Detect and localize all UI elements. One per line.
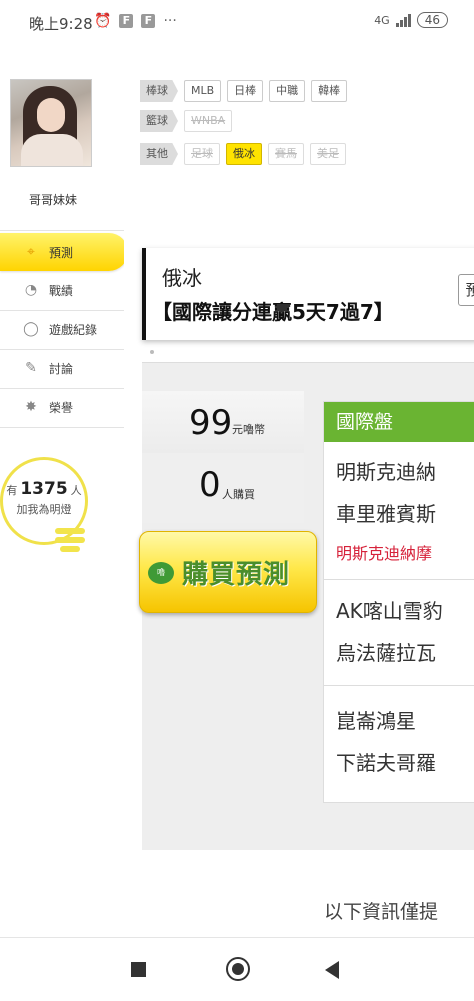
buy-prediction-label: 購買預測 xyxy=(182,560,291,590)
back-icon[interactable] xyxy=(325,961,339,979)
lamp-base-icon xyxy=(55,528,85,564)
facebook-notification-icon: F xyxy=(141,14,156,28)
avatar[interactable] xyxy=(10,79,92,167)
alarm-clock-icon: ⏰ xyxy=(94,13,112,29)
filter-tag-khl[interactable]: 俄冰 xyxy=(226,143,262,165)
signal-icon xyxy=(395,13,411,27)
chart-icon: ◔ xyxy=(24,282,38,298)
filter-category-baseball: 棒球 xyxy=(140,80,178,102)
match-team-2: 烏法薩拉瓦 xyxy=(336,641,436,665)
sidebar-item-record[interactable]: ◔ 戰績 xyxy=(0,271,124,309)
home-icon[interactable] xyxy=(226,957,250,981)
match-team-1: 明斯克迪納 xyxy=(336,460,436,484)
discussion-icon: ✎ xyxy=(25,360,37,376)
coin-logo-icon: 嚕 xyxy=(148,562,174,584)
match-list-header: 國際盤 xyxy=(324,402,474,442)
match-pick: 明斯克迪納摩 xyxy=(336,544,433,563)
network-type: 4G xyxy=(374,13,390,27)
filter-row-other: 其他 足球 俄冰 賽馬 美足 xyxy=(140,143,346,165)
filter-tag-wnba[interactable]: WNBA xyxy=(184,110,233,132)
sidebar-item-label: 榮譽 xyxy=(49,400,74,415)
status-icons-right: 4G 46 xyxy=(374,12,448,28)
match-item[interactable]: 明斯克迪納 車里雅賓斯 明斯克迪納摩 xyxy=(324,442,474,580)
battery-icon: 46 xyxy=(416,12,448,28)
filter-row-baseball: 棒球 MLB 日棒 中職 韓棒 xyxy=(140,80,348,102)
status-time: 晚上9:28 xyxy=(29,15,93,33)
record-icon: ◯ xyxy=(23,321,39,337)
target-icon: ⌖ xyxy=(27,244,35,260)
more-notifications-icon: ··· xyxy=(163,13,177,29)
match-team-2: 下諾夫哥羅 xyxy=(336,751,436,775)
status-icons-left: ⏰ F F ··· xyxy=(94,13,177,29)
buyers-unit: 人購買 xyxy=(222,488,255,501)
honor-icon: ✸ xyxy=(25,399,37,415)
sidebar-item-discussion[interactable]: ✎ 討論 xyxy=(0,349,124,387)
filter-tag-horse-racing[interactable]: 賽馬 xyxy=(268,143,304,165)
sidebar-item-label: 預測 xyxy=(49,245,74,260)
filter-row-basketball: 籃球 WNBA xyxy=(140,110,233,132)
price-value: 99 xyxy=(189,403,233,443)
lamp-count-number: 1375 xyxy=(20,479,68,499)
user-name: 哥哥妹妹 xyxy=(28,193,77,207)
dot-marker xyxy=(150,350,154,354)
filter-category-other: 其他 xyxy=(140,143,178,165)
system-nav-bar xyxy=(0,937,474,1001)
prediction-title-box: 俄冰 【國際讓分連贏5天7過7】 預 xyxy=(142,248,474,340)
filter-tag-npb[interactable]: 日棒 xyxy=(227,80,264,102)
filter-tag-american-football[interactable]: 美足 xyxy=(310,143,346,165)
prediction-headline: 【國際讓分連贏5天7過7】 xyxy=(152,300,394,324)
filter-tag-soccer[interactable]: 足球 xyxy=(184,143,220,165)
sidebar-item-game-log[interactable]: ◯ 遊戲紀錄 xyxy=(0,310,124,348)
sidebar-item-predict[interactable]: ⌖ 預測 xyxy=(0,233,128,271)
sidebar-item-honor[interactable]: ✸ 榮譽 xyxy=(0,388,124,426)
divider xyxy=(0,427,124,428)
sidebar-item-label: 討論 xyxy=(49,361,74,376)
filter-category-basketball: 籃球 xyxy=(140,110,178,132)
match-list: 國際盤 明斯克迪納 車里雅賓斯 明斯克迪納摩 AK喀山雪豹 烏法薩拉瓦 崑崙鴻星… xyxy=(323,401,474,803)
filter-tag-kbo[interactable]: 韓棒 xyxy=(311,80,348,102)
sidebar-item-label: 遊戲紀錄 xyxy=(49,322,98,337)
match-team-1: AK喀山雪豹 xyxy=(336,599,443,623)
buyers-count: 0 xyxy=(199,465,221,505)
prediction-sport: 俄冰 xyxy=(162,266,202,290)
price-unit: 元嚕幣 xyxy=(232,423,265,436)
lamp-count: 有 1375 人 xyxy=(6,479,82,499)
price-cell: 99 元嚕幣 xyxy=(142,391,304,454)
status-bar: 晚上9:28 ⏰ F F ··· 4G 46 xyxy=(0,0,474,44)
facebook-notification-icon: F xyxy=(119,14,134,28)
match-team-1: 崑崙鴻星 xyxy=(336,709,416,733)
main-content: 棒球 MLB 日棒 中職 韓棒 籃球 WNBA 其他 足球 俄冰 賽馬 美足 俄… xyxy=(124,62,474,937)
prediction-card: 99 元嚕幣 0 人購買 嚕 購買預測 國際盤 明斯克迪納 車里雅賓斯 明斯克迪… xyxy=(139,362,474,850)
match-item[interactable]: AK喀山雪豹 烏法薩拉瓦 xyxy=(324,579,474,686)
divider xyxy=(0,230,124,231)
filter-tag-cpbl[interactable]: 中職 xyxy=(269,80,306,102)
match-team-2: 車里雅賓斯 xyxy=(336,502,436,526)
prediction-side-button[interactable]: 預 xyxy=(458,274,474,306)
filter-tag-mlb[interactable]: MLB xyxy=(184,80,222,102)
match-item[interactable]: 崑崙鴻星 下諾夫哥羅 xyxy=(324,685,474,801)
lamp-subtitle[interactable]: 加我為明燈 xyxy=(0,501,88,517)
recent-apps-icon[interactable] xyxy=(131,962,146,977)
buy-prediction-button[interactable]: 嚕 購買預測 xyxy=(139,531,317,613)
disclaimer-text: 以下資訊僅提 xyxy=(324,901,439,923)
sidebar-item-label: 戰績 xyxy=(49,283,74,298)
buyers-cell: 0 人購買 xyxy=(142,453,304,523)
sidebar: 哥哥妹妹 ⌖ 預測 ◔ 戰績 ◯ 遊戲紀錄 ✎ 討論 ✸ 榮譽 有 1375 人 加… xyxy=(0,62,128,937)
